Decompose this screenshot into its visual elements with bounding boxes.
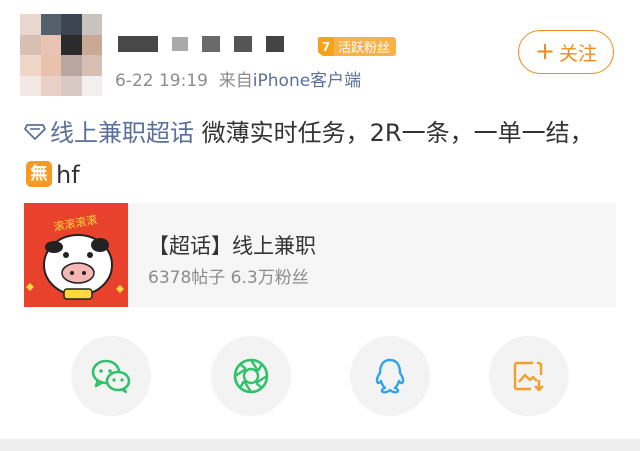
post-timestamp: 6-22 19:19 <box>115 71 208 91</box>
follow-button[interactable]: + 关注 <box>518 30 614 74</box>
moments-icon <box>233 358 269 394</box>
wu-emoji-icon: 無 <box>26 161 52 187</box>
share-wechat-button[interactable] <box>71 336 151 416</box>
qq-icon <box>375 358 405 394</box>
cow-cartoon-image: 滚滚滚滚 <box>24 203 128 307</box>
fan-level-badge: 7 活跃粉丝 <box>318 37 397 56</box>
fans-count: 6.3万粉丝 <box>230 268 309 288</box>
source-prefix: 来自 <box>218 71 253 91</box>
share-moments-button[interactable] <box>211 336 291 416</box>
save-image-icon <box>513 361 544 392</box>
topic-link[interactable]: 线上兼职超话 <box>50 119 194 147</box>
save-image-button[interactable] <box>489 336 569 416</box>
post-text: 微薄实时任务，2R一条，一单一结， <box>194 119 594 147</box>
plus-icon: + <box>534 37 556 65</box>
super-topic-card[interactable]: 滚滚滚滚 【超话】线上兼职 6378帖子 6.3万粉丝 <box>24 203 616 307</box>
avatar[interactable] <box>20 14 102 96</box>
bottom-divider <box>0 439 640 451</box>
post-suffix: hf <box>56 161 80 189</box>
level-number: 7 <box>318 37 334 56</box>
post-meta: 6-22 19:19 来自iPhone客户端 <box>115 66 361 91</box>
follow-label: 关注 <box>559 42 598 65</box>
card-stats: 6378帖子 6.3万粉丝 <box>148 263 309 288</box>
post-source[interactable]: iPhone客户端 <box>253 71 361 91</box>
posts-count: 6378帖子 <box>148 268 226 288</box>
super-topic-icon <box>24 111 46 153</box>
wechat-icon <box>91 359 131 394</box>
share-qq-button[interactable] <box>350 336 430 416</box>
post-body: 线上兼职超话 微薄实时任务，2R一条，一单一结， 無 hf <box>24 112 624 196</box>
card-title: 【超话】线上兼职 <box>148 234 316 258</box>
level-label: 活跃粉丝 <box>334 37 397 56</box>
author-name[interactable] <box>118 36 284 52</box>
